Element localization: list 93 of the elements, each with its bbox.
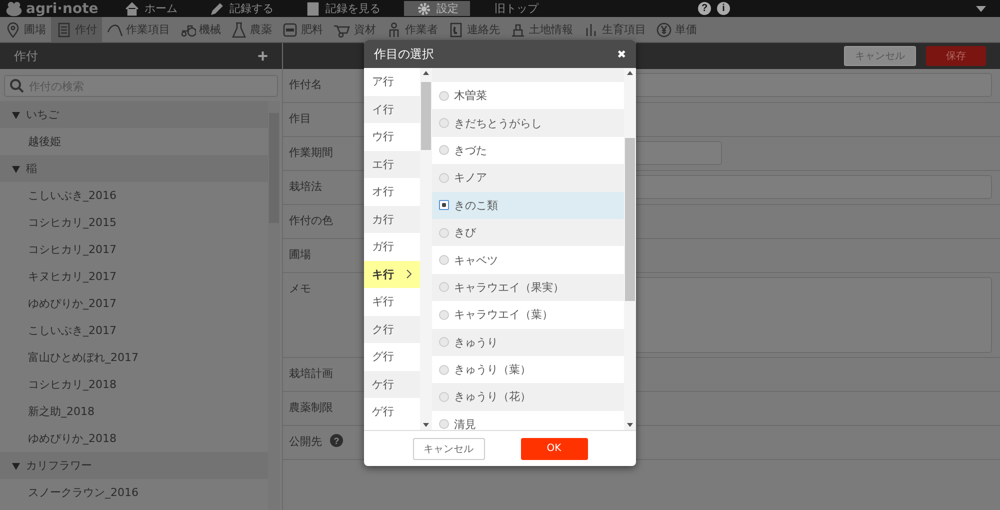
- flask-icon: [231, 22, 247, 38]
- crop-option[interactable]: きゅうり（花）: [432, 383, 624, 411]
- nav-tab[interactable]: 設定: [404, 1, 470, 16]
- cancel-button[interactable]: キャンセル: [412, 438, 484, 460]
- save-button[interactable]: 保存: [926, 46, 986, 66]
- settings-icon: [416, 0, 432, 16]
- field-label: 作付名: [289, 77, 322, 92]
- radio-button[interactable]: [439, 255, 449, 266]
- tree-item[interactable]: コシヒカリ_2015: [0, 209, 268, 236]
- crop-option[interactable]: きび: [432, 218, 624, 246]
- scroll-down-icon[interactable]: [423, 423, 429, 427]
- land-icon: [510, 22, 526, 38]
- toolbar-tab[interactable]: 生育項目: [578, 17, 651, 42]
- group-label[interactable]: カリフラワー: [26, 458, 92, 473]
- document-icon: [56, 22, 72, 38]
- phonebook-icon: [448, 22, 464, 38]
- sidebar-title: 作付: [14, 48, 38, 64]
- field-label: 作業期間: [289, 145, 333, 160]
- tree-item[interactable]: コシヒカリ_2017: [0, 236, 268, 263]
- dialog-title: 作目の選択: [374, 46, 434, 62]
- radio-button[interactable]: [439, 118, 449, 128]
- scroll-up-icon[interactable]: [627, 71, 633, 75]
- dropdown-caret-icon[interactable]: [976, 6, 986, 12]
- tree-item[interactable]: ゆめぴりか_2017: [0, 290, 268, 317]
- book-icon: [305, 0, 322, 16]
- kana-group-item[interactable]: キ行: [364, 260, 420, 288]
- field-label: 公開先: [289, 434, 322, 449]
- radio-button[interactable]: [439, 200, 449, 210]
- field-label: 農薬制限: [289, 400, 333, 415]
- expanded-triangle-icon[interactable]: [12, 110, 20, 118]
- kana-group-item[interactable]: イ行: [364, 96, 420, 123]
- tree-item[interactable]: こしいぶき_2016: [0, 182, 268, 209]
- field-label: 作目: [289, 111, 311, 126]
- home-icon: [124, 0, 140, 16]
- field-label: 圃場: [289, 247, 311, 262]
- sickle-icon: [107, 22, 123, 38]
- crop-option[interactable]: キノア: [432, 164, 624, 192]
- kana-group-item[interactable]: エ行: [364, 150, 420, 178]
- nav-tab[interactable]: 旧トップ: [486, 1, 546, 16]
- radio-button[interactable]: [439, 90, 449, 101]
- nav-tab[interactable]: 記録する: [201, 1, 282, 16]
- scrollbar-thumb[interactable]: [421, 82, 431, 150]
- tree-item[interactable]: コシヒカリ_2018: [0, 371, 268, 398]
- field-label: 栽培法: [289, 179, 322, 194]
- expanded-triangle-icon[interactable]: [12, 462, 20, 470]
- crop-option[interactable]: きゅうり: [432, 328, 624, 356]
- logo-text: agri·note: [26, 0, 98, 16]
- toolbar-tab[interactable]: 農薬: [226, 17, 277, 42]
- location-pin-icon: [5, 22, 21, 38]
- expanded-triangle-icon[interactable]: [12, 164, 20, 172]
- toolbar-tab[interactable]: 連絡先: [443, 17, 505, 42]
- radio-button[interactable]: [439, 145, 449, 156]
- nav-tab[interactable]: 記録を見る: [297, 1, 388, 16]
- tree-item[interactable]: 新之助_2018: [0, 398, 268, 425]
- radio-button[interactable]: [439, 282, 449, 292]
- tree-item[interactable]: こしいぶき_2017: [0, 317, 268, 344]
- crop-option[interactable]: きだちとうがらし: [432, 109, 624, 137]
- crop-option[interactable]: キャラウエイ（果実）: [432, 274, 624, 302]
- toolbar-tab[interactable]: 機械: [175, 17, 226, 42]
- fertilizer-bag-icon: [282, 22, 298, 38]
- group-label[interactable]: 稲: [26, 161, 37, 176]
- radio-button[interactable]: [439, 337, 449, 348]
- field-label: 栽培計画: [289, 366, 333, 381]
- tree-item[interactable]: ゆめぴりか_2018: [0, 425, 268, 452]
- scrollbar-thumb[interactable]: [625, 138, 635, 301]
- info-icon[interactable]: i: [717, 2, 730, 15]
- kana-group-item[interactable]: ク行: [364, 316, 420, 343]
- radio-button[interactable]: [439, 228, 449, 238]
- radio-button[interactable]: [439, 419, 449, 430]
- tree-item[interactable]: 越後姫: [0, 128, 268, 155]
- ok-button[interactable]: OK: [520, 438, 588, 460]
- chevron-icon: [406, 269, 412, 280]
- tree-item[interactable]: キヌヒカリ_2017: [0, 263, 268, 290]
- help-icon[interactable]: ?: [330, 434, 343, 447]
- kana-group-item[interactable]: カ行: [364, 206, 420, 233]
- nav-tab[interactable]: ホーム: [116, 1, 186, 16]
- field-label: 作付の色: [289, 213, 333, 228]
- scroll-up-icon[interactable]: [423, 71, 429, 75]
- tree-item[interactable]: 富山ひとめぼれ_2017: [0, 344, 268, 371]
- scroll-down-icon[interactable]: [627, 423, 633, 427]
- tree-item[interactable]: スノークラウン_2016: [0, 479, 268, 506]
- radio-button[interactable]: [439, 392, 449, 402]
- radio-button[interactable]: [439, 172, 449, 183]
- toolbar-tab[interactable]: 資材: [328, 17, 381, 42]
- group-label[interactable]: いちご: [26, 107, 59, 122]
- yen-icon: [656, 22, 672, 38]
- crop-option[interactable]: きのこ類: [432, 192, 624, 219]
- radio-button[interactable]: [439, 364, 449, 375]
- field-label: メモ: [289, 281, 311, 296]
- help-icon[interactable]: ?: [698, 2, 711, 15]
- radio-button[interactable]: [439, 310, 449, 320]
- kana-group-item[interactable]: ケ行: [364, 370, 420, 398]
- toolbar-tab[interactable]: 土地情報: [505, 17, 578, 42]
